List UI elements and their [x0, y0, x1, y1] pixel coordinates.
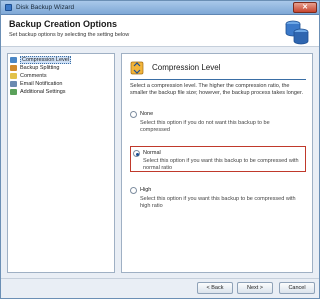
- panel-divider: [130, 79, 306, 80]
- settings-icon: [10, 89, 17, 95]
- panel-title: Compression Level: [152, 63, 221, 72]
- compression-panel: Compression Level Select a compression l…: [121, 53, 313, 273]
- option-high[interactable]: High Select this option if you want this…: [130, 186, 306, 212]
- nav-item-splitting[interactable]: Backup Splitting: [8, 64, 114, 72]
- nav-item-email[interactable]: Email Notification: [8, 80, 114, 88]
- database-icon: [285, 20, 309, 45]
- option-normal[interactable]: Normal Select this option if you want th…: [130, 146, 306, 172]
- nav-item-compression[interactable]: Compression Level: [8, 56, 114, 64]
- options-nav: Compression Level Backup Splitting Comme…: [7, 53, 115, 273]
- option-none[interactable]: None Select this option if you do not wa…: [130, 110, 306, 136]
- compression-level-icon: [130, 61, 144, 75]
- option-description: Select this option if you do not want th…: [140, 120, 270, 133]
- next-button[interactable]: Next >: [237, 282, 273, 294]
- radio-none[interactable]: [130, 111, 137, 118]
- cancel-button[interactable]: Cancel: [279, 282, 315, 294]
- wizard-window: Disk Backup Wizard ✕ Backup Creation Opt…: [0, 0, 320, 299]
- nav-item-label: Comments: [20, 73, 47, 79]
- option-label: None: [140, 111, 154, 117]
- window-title: Disk Backup Wizard: [16, 4, 75, 11]
- option-label: High: [140, 187, 152, 193]
- comments-icon: [10, 73, 17, 79]
- option-description: Select this option if you want this back…: [143, 158, 299, 171]
- email-icon: [10, 81, 17, 87]
- nav-item-additional[interactable]: Additional Settings: [8, 88, 114, 96]
- compression-icon: [10, 57, 17, 63]
- title-bar[interactable]: Disk Backup Wizard ✕: [1, 1, 319, 15]
- panel-description: Select a compression level. The higher t…: [130, 83, 304, 96]
- page-title: Backup Creation Options: [9, 19, 118, 29]
- radio-high[interactable]: [130, 187, 137, 194]
- nav-item-label: Email Notification: [20, 81, 63, 87]
- back-button[interactable]: < Back: [197, 282, 233, 294]
- nav-item-label: Compression Level: [20, 56, 72, 64]
- radio-normal[interactable]: [133, 150, 140, 157]
- page-subtitle: Set backup options by selecting the sett…: [9, 32, 130, 38]
- splitting-icon: [10, 65, 17, 71]
- nav-item-comments[interactable]: Comments: [8, 72, 114, 80]
- nav-item-label: Additional Settings: [20, 89, 66, 95]
- option-label: Normal: [143, 150, 161, 156]
- app-icon: [5, 4, 12, 11]
- wizard-header: Backup Creation Options Set backup optio…: [1, 15, 319, 47]
- option-description: Select this option if you want this back…: [140, 196, 296, 209]
- close-button[interactable]: ✕: [293, 2, 317, 13]
- nav-item-label: Backup Splitting: [20, 65, 60, 71]
- footer-divider: [1, 278, 319, 279]
